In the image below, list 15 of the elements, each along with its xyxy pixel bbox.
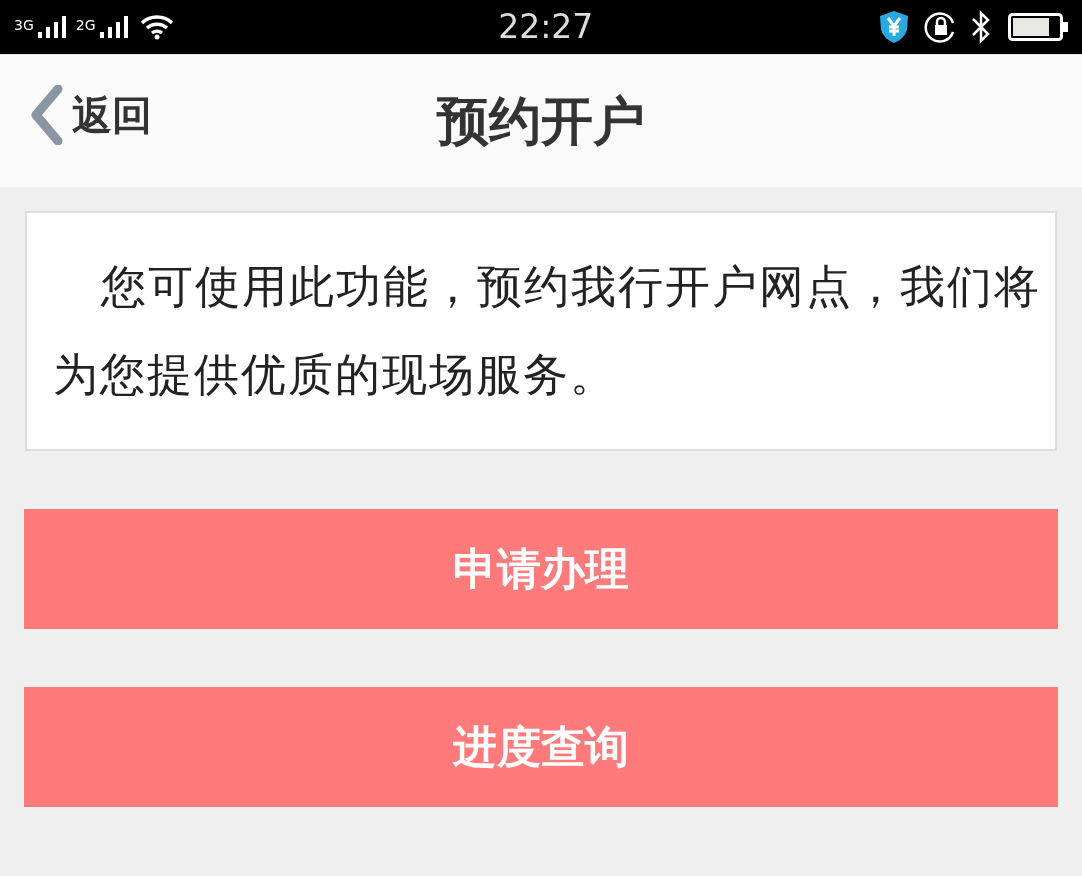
intro-text: 您可使用此功能，预约我行开户网点，我们将为您提供优质的现场服务。 bbox=[53, 259, 1042, 403]
wifi-icon bbox=[139, 14, 174, 40]
shield-icon bbox=[878, 10, 910, 44]
back-button[interactable]: 返回 bbox=[28, 85, 152, 145]
action-button[interactable]: 进度查询 bbox=[24, 687, 1058, 807]
page-title: 预约开户 bbox=[437, 90, 645, 153]
clock-time: 22:27 bbox=[498, 6, 594, 49]
network-type: 2G bbox=[75, 18, 96, 32]
network-type: 3G bbox=[14, 18, 34, 32]
signal-icon bbox=[99, 16, 128, 38]
battery-icon bbox=[1008, 13, 1068, 41]
action-button[interactable]: 申请办理 bbox=[24, 509, 1058, 629]
chevron-left-icon bbox=[28, 85, 64, 145]
signal-icon bbox=[37, 16, 66, 38]
bluetooth-icon bbox=[970, 10, 992, 44]
